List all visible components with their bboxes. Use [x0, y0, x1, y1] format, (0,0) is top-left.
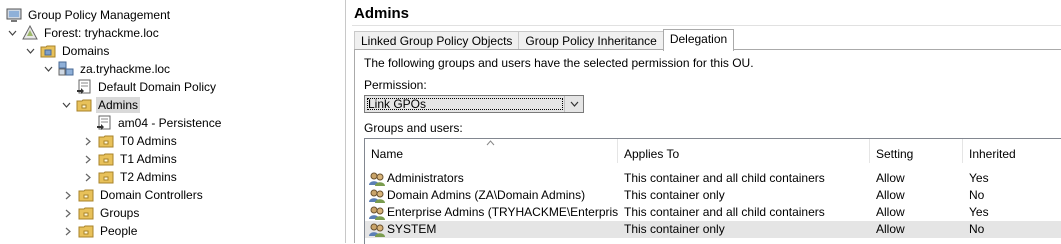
row-inherited: No [969, 188, 985, 202]
tree-item-label: People [100, 224, 138, 238]
collapse-chevron-icon[interactable] [24, 42, 36, 60]
row-setting: Allow [876, 205, 905, 219]
console-tree: Group Policy Management Forest: tryhackm… [0, 0, 346, 243]
tree-domains-label: Domains [62, 44, 110, 58]
table-row[interactable]: Administrators This container and all ch… [365, 170, 1061, 187]
tree-root-gpm[interactable]: Group Policy Management [6, 6, 172, 24]
expand-chevron-icon[interactable] [62, 222, 74, 240]
expand-chevron-icon[interactable] [62, 186, 74, 204]
ou-folder-icon [78, 225, 94, 238]
tree-item-groups[interactable]: Groups [62, 204, 141, 222]
pane-title: Admins [352, 3, 1061, 26]
gpo-link-icon [77, 79, 91, 94]
tab-gp-inheritance[interactable]: Group Policy Inheritance [518, 31, 664, 51]
collapse-chevron-icon[interactable] [6, 24, 18, 42]
row-inherited: Yes [969, 171, 989, 185]
tree-item-admins[interactable]: Admins [60, 96, 141, 114]
tree-node-domain[interactable]: za.tryhackme.loc [42, 60, 172, 78]
row-name-cell: Administrators [365, 170, 618, 187]
user-group-icon [369, 223, 385, 237]
expand-chevron-icon[interactable] [82, 132, 94, 150]
chevron-down-icon[interactable] [564, 96, 583, 112]
tree-node-forest[interactable]: Forest: tryhackme.loc [6, 24, 161, 42]
tree-item-label: Admins [96, 97, 141, 113]
tree-item-am04-persistence[interactable]: am04 - Persistence [96, 114, 223, 132]
groups-users-label: Groups and users: [364, 121, 463, 135]
column-header-inherited[interactable]: Inherited [963, 139, 1061, 163]
row-name: Enterprise Admins (TRYHACKME\Enterprise … [387, 205, 618, 219]
user-group-icon [369, 206, 385, 220]
forest-icon [22, 25, 38, 40]
tree-item-people[interactable]: People [62, 222, 139, 240]
row-name: Domain Admins (ZA\Domain Admins) [387, 188, 586, 202]
ou-folder-icon [98, 153, 114, 166]
row-setting: Allow [876, 188, 905, 202]
column-header-setting[interactable]: Setting [870, 139, 963, 163]
details-pane: Admins Linked Group Policy Objects Group… [352, 0, 1061, 244]
table-row[interactable]: Enterprise Admins (TRYHACKME\Enterprise … [365, 204, 1061, 221]
tree-item-label: Default Domain Policy [98, 80, 217, 94]
tree-item-label: Groups [100, 206, 140, 220]
user-group-icon [369, 189, 385, 203]
expand-chevron-icon[interactable] [62, 204, 74, 222]
delegation-description: The following groups and users have the … [364, 56, 754, 70]
tree-node-domains[interactable]: Domains [24, 42, 111, 60]
tree-item-domain-controllers[interactable]: Domain Controllers [62, 186, 205, 204]
tab-linked-gpos[interactable]: Linked Group Policy Objects [354, 31, 520, 51]
ou-folder-icon [98, 171, 114, 184]
row-applies-to: This container only [624, 222, 725, 236]
tree-item-t1-admins[interactable]: T1 Admins [82, 150, 179, 168]
user-group-icon [369, 172, 385, 186]
permission-dropdown[interactable]: Link GPOs [364, 95, 584, 113]
ou-folder-icon [98, 135, 114, 148]
domains-folder-icon [40, 45, 56, 58]
row-name-cell: Enterprise Admins (TRYHACKME\Enterprise … [365, 204, 618, 221]
row-name-cell: Domain Admins (ZA\Domain Admins) [365, 187, 618, 204]
delegation-panel: The following groups and users have the … [354, 49, 1061, 244]
tab-strip: Linked Group Policy Objects Group Policy… [354, 29, 735, 51]
tree-item-label: T1 Admins [120, 152, 177, 166]
collapse-chevron-icon[interactable] [60, 96, 72, 114]
tab-delegation[interactable]: Delegation [662, 29, 735, 51]
row-name: Administrators [387, 171, 464, 185]
table-row-selected[interactable]: SYSTEM This container only Allow No [365, 221, 1061, 238]
focus-rect [367, 98, 563, 110]
collapse-chevron-icon[interactable] [42, 60, 54, 78]
row-applies-to: This container only [624, 188, 725, 202]
tree-root-label: Group Policy Management [28, 8, 171, 22]
ou-folder-icon [78, 189, 94, 202]
gpo-link-icon [97, 115, 111, 130]
row-applies-to: This container and all child containers [624, 171, 825, 185]
row-applies-to: This container and all child containers [624, 205, 825, 219]
column-header-applies-to[interactable]: Applies To [618, 139, 870, 163]
ou-folder-icon [76, 99, 92, 112]
expand-chevron-icon[interactable] [82, 168, 94, 186]
table-row[interactable]: Domain Admins (ZA\Domain Admins) This co… [365, 187, 1061, 204]
ou-folder-icon [78, 207, 94, 220]
tree-item-default-domain-policy[interactable]: Default Domain Policy [76, 78, 218, 96]
tree-item-t0-admins[interactable]: T0 Admins [82, 132, 179, 150]
column-header-name[interactable]: Name [365, 139, 618, 163]
tree-item-label: Domain Controllers [100, 188, 203, 202]
delegation-table: Name Applies To Setting Inherited Admini… [364, 138, 1061, 244]
tree-item-label: T0 Admins [120, 134, 177, 148]
tree-domain-label: za.tryhackme.loc [80, 62, 171, 76]
tree-forest-label: Forest: tryhackme.loc [44, 26, 159, 40]
tree-item-label: am04 - Persistence [118, 116, 222, 130]
row-inherited: Yes [969, 205, 989, 219]
gpm-console-icon [6, 8, 22, 22]
row-inherited: No [969, 222, 985, 236]
domain-icon [58, 61, 74, 76]
tree-item-label: T2 Admins [120, 170, 177, 184]
row-name-cell: SYSTEM [365, 221, 618, 238]
table-header: Name Applies To Setting Inherited [365, 139, 1061, 163]
expand-chevron-icon[interactable] [82, 150, 94, 168]
tree-item-t2-admins[interactable]: T2 Admins [82, 168, 179, 186]
row-setting: Allow [876, 171, 905, 185]
row-name: SYSTEM [387, 222, 437, 236]
row-setting: Allow [876, 222, 905, 236]
permission-label: Permission: [364, 78, 427, 92]
